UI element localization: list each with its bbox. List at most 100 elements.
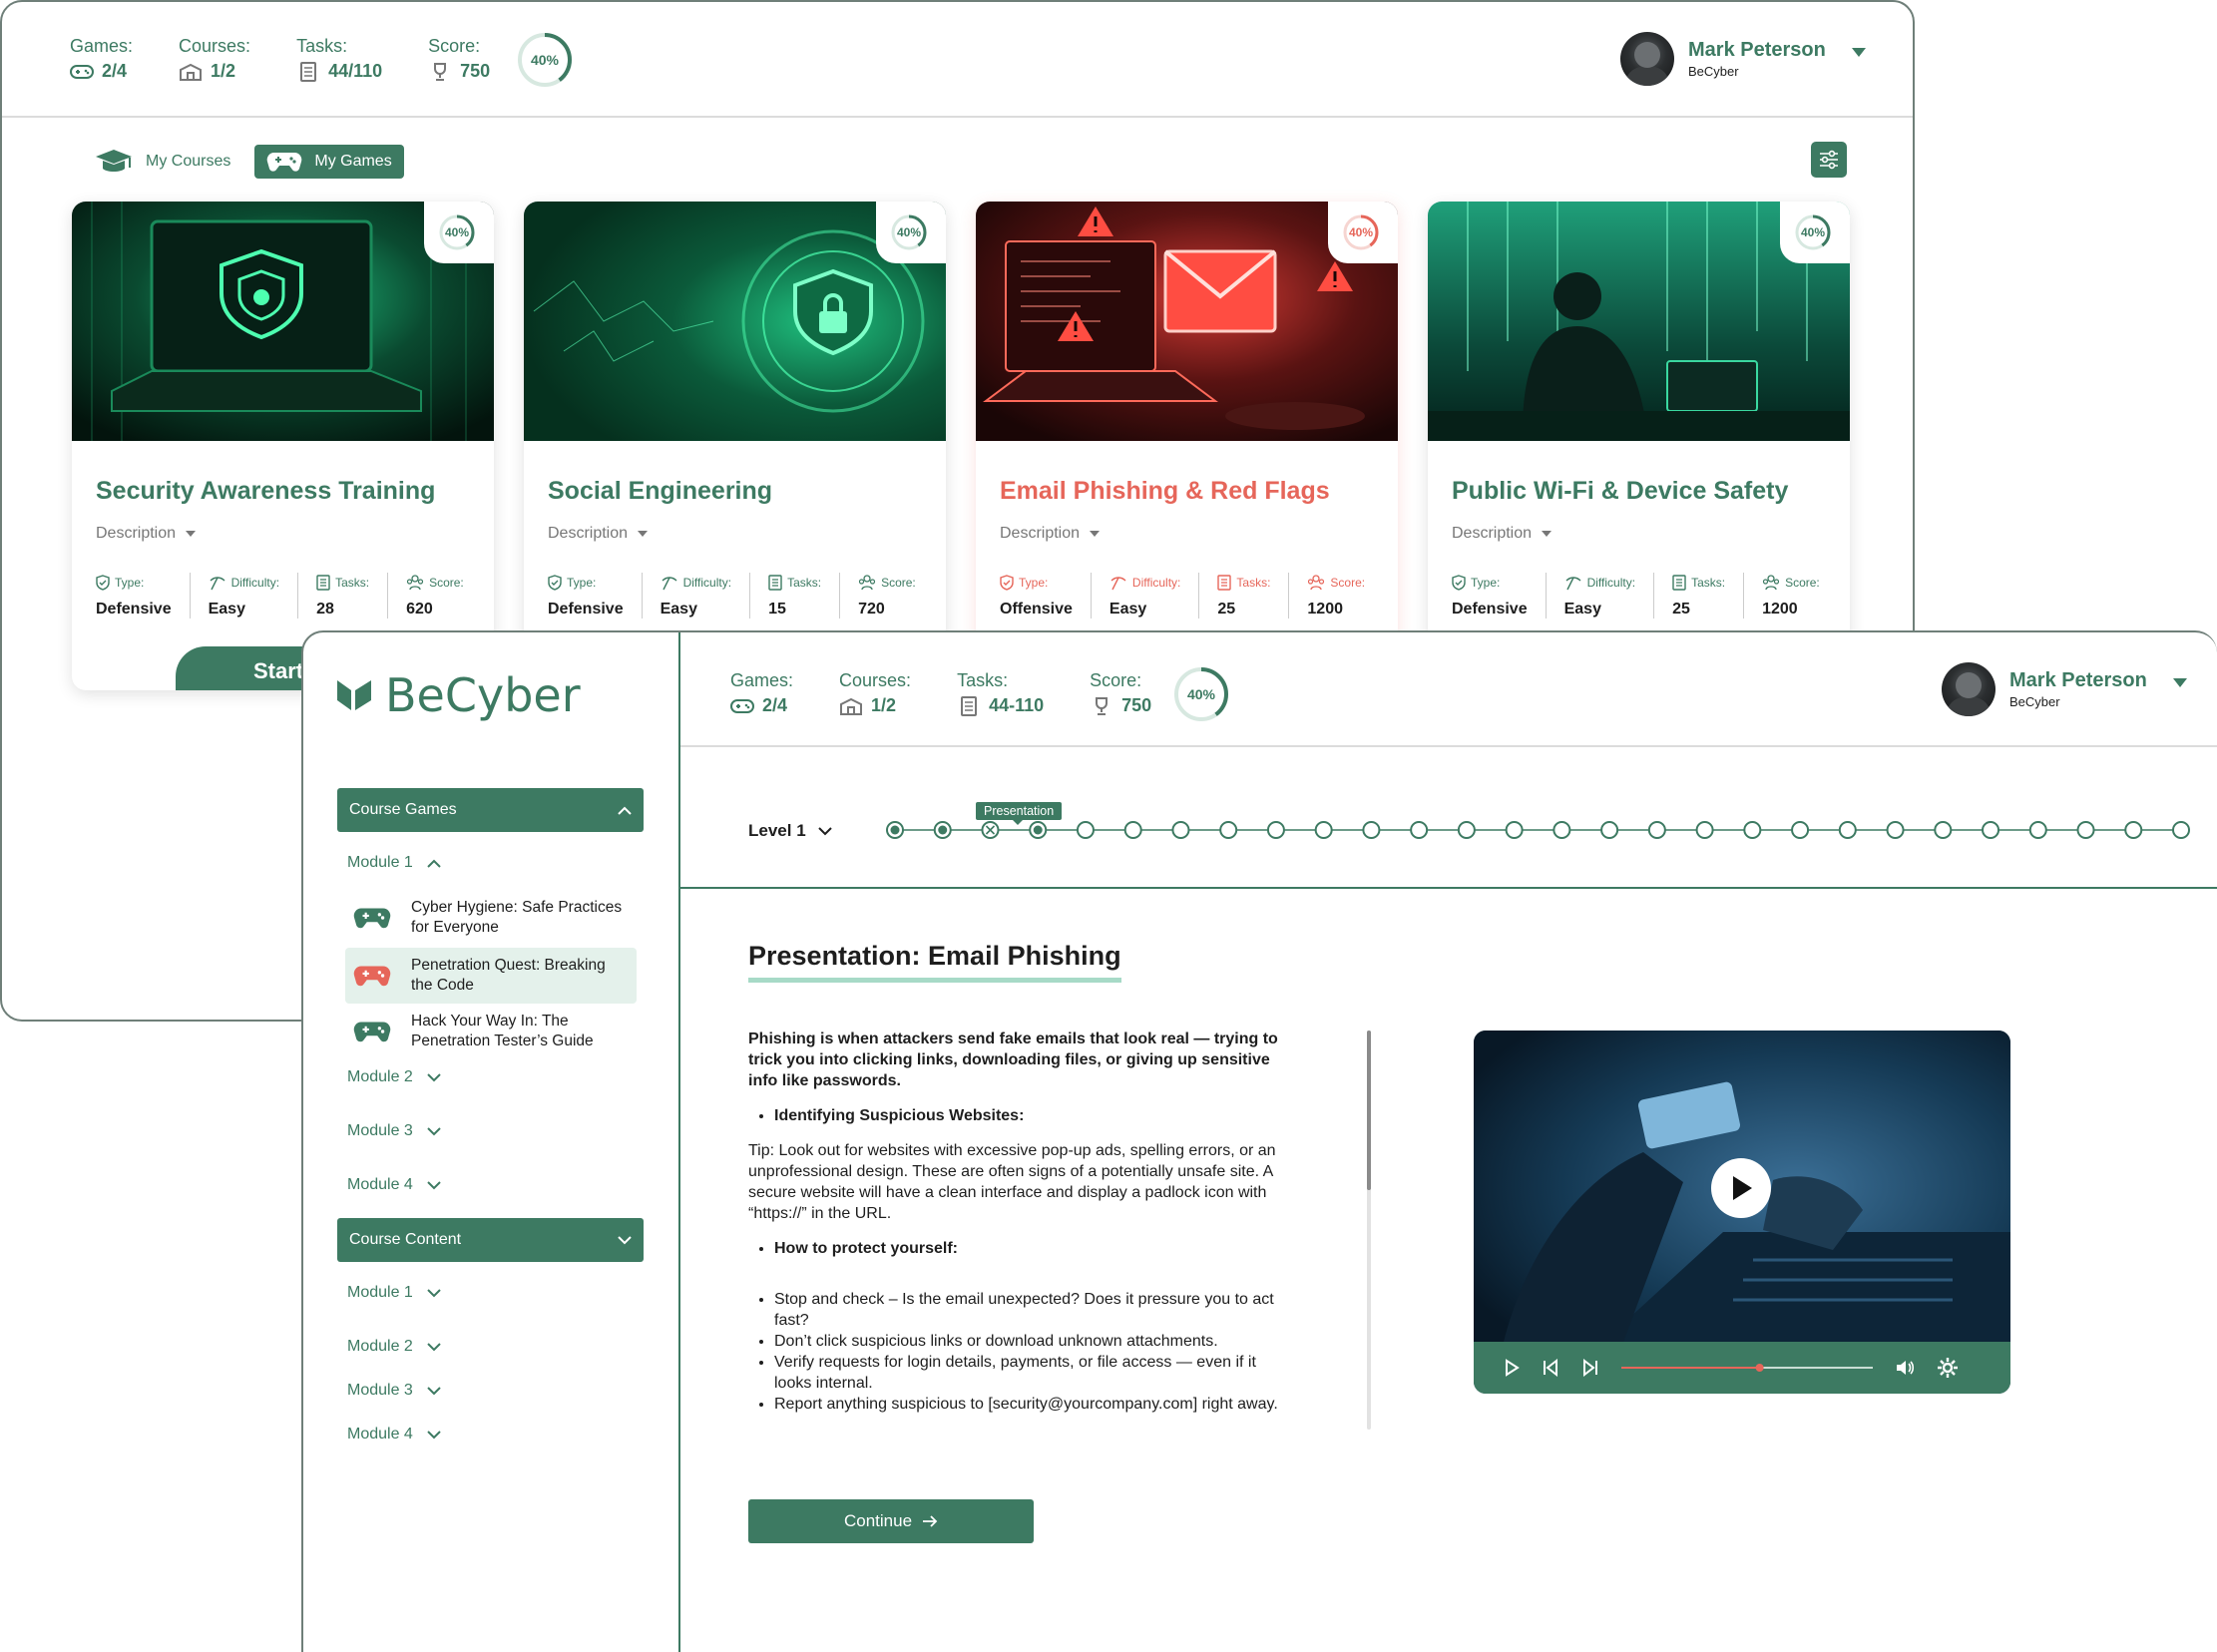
level-step-15[interactable]	[1552, 821, 1571, 839]
level-step-3[interactable]	[981, 821, 1000, 839]
video-controls	[1474, 1342, 2010, 1394]
level-step-10[interactable]	[1314, 821, 1333, 839]
sliders-icon	[1820, 150, 1838, 170]
content-module-4[interactable]: Module 4	[347, 1426, 441, 1444]
sidebar-game-item-active[interactable]: Penetration Quest: Breaking the Code	[345, 948, 637, 1004]
skip-back-icon[interactable]	[1542, 1359, 1559, 1377]
level-step-18[interactable]	[1695, 821, 1714, 839]
game-card[interactable]: 40% Social Engineering Description Type:…	[524, 202, 946, 690]
games-module-2[interactable]: Module 2	[347, 1068, 441, 1086]
level-step-4[interactable]	[1029, 821, 1048, 839]
filter-button[interactable]	[1811, 142, 1847, 178]
settings-gear-icon[interactable]	[1937, 1357, 1959, 1379]
level-step-2[interactable]	[933, 821, 952, 839]
level-step-8[interactable]	[1219, 821, 1238, 839]
game-card[interactable]: 40% Security Awareness Training Descript…	[72, 202, 494, 690]
section-label: Course Games	[349, 801, 457, 818]
level-step-14[interactable]	[1505, 821, 1524, 839]
shield-icon	[1452, 575, 1466, 591]
lesson-step: Verify requests for login details, payme…	[774, 1352, 1297, 1394]
level-step-7[interactable]	[1171, 821, 1190, 839]
stat-tasks: Tasks: 44/110	[296, 36, 382, 82]
courses-icon	[840, 697, 863, 715]
level-step-16[interactable]	[1600, 821, 1619, 839]
sidebar-game-item[interactable]: Hack Your Way In: The Penetration Tester…	[345, 1004, 637, 1059]
chevron-down-icon[interactable]	[1851, 47, 1866, 57]
card-description-toggle[interactable]: Description	[548, 525, 649, 543]
content-module-1[interactable]: Module 1	[347, 1284, 441, 1302]
level-step-12[interactable]	[1410, 821, 1429, 839]
lesson-step: Stop and check – Is the email unexpected…	[774, 1289, 1297, 1331]
sidebar-game-item[interactable]: Cyber Hygiene: Safe Practices for Everyo…	[345, 890, 637, 946]
meta-tasks: Tasks: 25	[1217, 573, 1290, 619]
continue-button[interactable]: Continue	[748, 1499, 1034, 1543]
level-step-28[interactable]	[2172, 821, 2190, 839]
module-label: Module 4	[347, 1176, 413, 1193]
stat-courses: Courses: 1/2	[179, 36, 250, 82]
level-step-20[interactable]	[1791, 821, 1810, 839]
tasks-icon	[316, 575, 330, 591]
pickaxe-icon	[1110, 577, 1126, 591]
level-step-17[interactable]	[1647, 821, 1666, 839]
tab-my-courses[interactable]: My Courses	[82, 145, 242, 179]
module-label: Module 1	[347, 1284, 413, 1301]
stat-label: Tasks:	[296, 36, 348, 56]
level-step-9[interactable]	[1266, 821, 1285, 839]
stat-value: 44/110	[328, 61, 383, 81]
course-player-window: BeCyber Course Games Module 1 Cyber Hygi…	[301, 630, 2217, 1652]
play-button[interactable]	[1711, 1158, 1771, 1218]
course-header: Games: 2/4 Courses: 1/2 Tasks: 44-110 Score…	[680, 632, 2217, 747]
course-games-header[interactable]: Course Games	[337, 788, 644, 832]
game-card[interactable]: 40% Email Phishing & Red Flags Descripti…	[976, 202, 1398, 690]
chevron-down-icon[interactable]	[2172, 677, 2187, 687]
text-scrollbar-thumb[interactable]	[1367, 1031, 1371, 1190]
user-menu[interactable]: Mark Peterson BeCyber	[1620, 32, 1866, 86]
level-step-6[interactable]	[1123, 821, 1142, 839]
level-step-24[interactable]	[1982, 821, 2000, 839]
stat-label: Games:	[730, 670, 794, 690]
level-step-5[interactable]	[1076, 821, 1095, 839]
meta-score: Score: 620	[406, 573, 482, 619]
content-module-3[interactable]: Module 3	[347, 1382, 441, 1400]
tab-my-games[interactable]: My Games	[254, 145, 404, 179]
card-description-toggle[interactable]: Description	[96, 525, 197, 543]
level-step-1[interactable]	[886, 821, 904, 839]
games-module-1[interactable]: Module 1	[347, 854, 441, 872]
level-step-22[interactable]	[1886, 821, 1905, 839]
team-icon	[1762, 575, 1780, 591]
card-description-toggle[interactable]: Description	[1000, 525, 1101, 543]
card-meta: Type: Offensive Difficulty: Easy Tasks: 25 …	[1000, 573, 1398, 619]
user-menu[interactable]: Mark Peterson BeCyber	[1942, 662, 2187, 716]
meta-label: Tasks:	[1691, 576, 1726, 590]
gamepad-icon	[267, 152, 302, 172]
card-meta: Type: Defensive Difficulty: Easy Tasks: 15 …	[548, 573, 946, 619]
play-icon[interactable]	[1504, 1359, 1520, 1377]
module-label: Module 2	[347, 1068, 413, 1085]
meta-value: 15	[768, 601, 786, 618]
level-step-21[interactable]	[1838, 821, 1857, 839]
becyber-logo-icon	[337, 680, 371, 710]
games-module-4[interactable]: Module 4	[347, 1176, 441, 1194]
level-step-26[interactable]	[2076, 821, 2095, 839]
video-seek-bar[interactable]	[1621, 1362, 1873, 1374]
volume-icon[interactable]	[1895, 1359, 1915, 1377]
becyber-logo[interactable]: BeCyber	[335, 668, 581, 722]
meta-tasks: Tasks: 28	[316, 573, 389, 619]
stat-value: 44-110	[989, 695, 1045, 715]
level-step-13[interactable]	[1457, 821, 1476, 839]
game-card[interactable]: 40% Public Wi-Fi & Device Safety Descrip…	[1428, 202, 1850, 690]
level-step-25[interactable]	[2028, 821, 2047, 839]
card-description-toggle[interactable]: Description	[1452, 525, 1552, 543]
level-step-27[interactable]	[2124, 821, 2143, 839]
chevron-down-icon	[186, 531, 197, 537]
meta-score: Score: 1200	[1307, 573, 1383, 619]
games-module-3[interactable]: Module 3	[347, 1122, 441, 1140]
level-step-19[interactable]	[1743, 821, 1762, 839]
content-module-2[interactable]: Module 2	[347, 1338, 441, 1356]
level-step-23[interactable]	[1934, 821, 1953, 839]
level-step-11[interactable]	[1362, 821, 1381, 839]
course-content-header[interactable]: Course Content	[337, 1218, 644, 1262]
video-player[interactable]	[1474, 1031, 2010, 1394]
game-title: Penetration Quest: Breaking the Code	[411, 957, 606, 994]
skip-forward-icon[interactable]	[1581, 1359, 1599, 1377]
